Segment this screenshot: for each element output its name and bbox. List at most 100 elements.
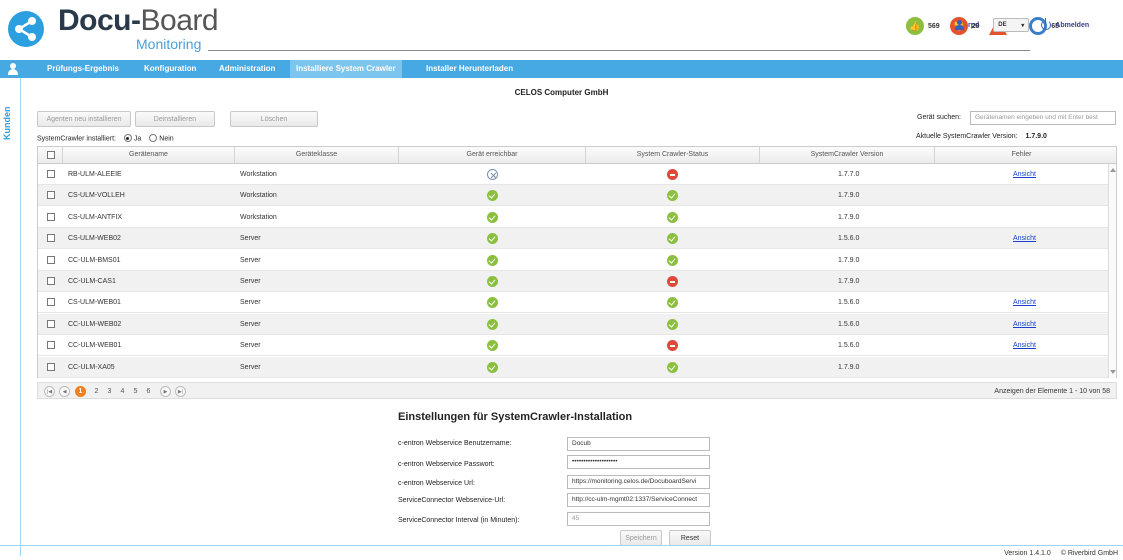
- logo-light: Board: [140, 4, 219, 37]
- device-name: CC-ULM-WEB02: [68, 320, 122, 328]
- error-view-link[interactable]: Ansicht: [1013, 335, 1036, 356]
- next-page-icon[interactable]: ▶: [160, 386, 171, 397]
- table-row[interactable]: RB-ULM-ALEEIE Workstation 1.7.7.0 Ansicht: [38, 164, 1108, 185]
- header-crawler-version[interactable]: SystemCrawler Version: [760, 147, 935, 163]
- delete-button[interactable]: Löschen: [230, 111, 318, 127]
- radio-no[interactable]: [149, 134, 158, 142]
- status-ok-icon: [667, 318, 678, 330]
- unreachable-icon: [487, 169, 498, 180]
- device-name: CS-ULM-WEB01: [68, 299, 121, 307]
- radio-no-label[interactable]: Nein: [159, 135, 173, 142]
- uninstall-button[interactable]: Deinstallieren: [135, 111, 215, 127]
- version-value: 1.7.9.0: [1025, 133, 1047, 140]
- error-view-link[interactable]: Ansicht: [1013, 164, 1036, 185]
- row-checkbox[interactable]: [47, 277, 55, 285]
- radio-yes-label[interactable]: Ja: [134, 135, 141, 142]
- page-4[interactable]: 4: [117, 386, 128, 397]
- language-select[interactable]: DE ▾: [993, 18, 1030, 32]
- header-geraetename[interactable]: Gerätename: [63, 147, 235, 163]
- reachable-check-icon: [487, 233, 498, 245]
- installed-filter: SystemCrawler installiert: Ja Nein: [37, 134, 174, 143]
- password-field[interactable]: ••••••••••••••••••••: [567, 455, 710, 469]
- row-checkbox[interactable]: [47, 341, 55, 350]
- first-page-icon[interactable]: |◀: [44, 386, 55, 397]
- tab-installer-herunterladen[interactable]: Installer Herunterladen: [420, 60, 519, 78]
- header-select-cell: [38, 147, 63, 163]
- header-crawler-status[interactable]: System Crawler-Status: [586, 147, 760, 163]
- interval-field[interactable]: 45: [567, 512, 710, 526]
- reachable-check-icon: [487, 297, 498, 309]
- tab-installiere-system-crawler[interactable]: Installiere System Crawler: [290, 60, 402, 78]
- header-geraeteklasse[interactable]: Geräteklasse: [235, 147, 399, 163]
- status-ok-icon: [667, 297, 678, 309]
- row-checkbox[interactable]: [47, 170, 55, 178]
- password-label: c-entron Webservice Passwort:: [398, 461, 495, 468]
- table-row[interactable]: CC-ULM-WEB01 Server 1.5.6.0 Ansicht: [38, 335, 1108, 357]
- save-button[interactable]: Speichern: [620, 530, 662, 546]
- row-checkbox[interactable]: [47, 255, 55, 264]
- username-label: c-entron Webservice Benutzername:: [398, 440, 512, 447]
- page-2[interactable]: 2: [91, 386, 102, 397]
- page-3[interactable]: 3: [104, 386, 115, 397]
- row-checkbox[interactable]: [47, 362, 55, 371]
- tab-konfiguration[interactable]: Konfiguration: [138, 60, 202, 78]
- scroll-up-icon[interactable]: [1110, 168, 1116, 172]
- radio-yes[interactable]: [123, 134, 132, 142]
- crawler-version: 1.5.6.0: [838, 320, 860, 328]
- table-row[interactable]: CC-ULM-BMS01 Server 1.7.9.0: [38, 250, 1108, 271]
- table-header: Gerätename Geräteklasse Gerät erreichbar…: [38, 147, 1116, 164]
- device-name: CS-ULM-ANTFIX: [68, 213, 123, 221]
- prev-page-icon[interactable]: ◀: [59, 386, 70, 397]
- language-value: DE: [998, 22, 1007, 28]
- side-tab-label: Kunden: [2, 106, 12, 141]
- table-scrollbar[interactable]: [1108, 164, 1116, 378]
- power-icon[interactable]: [1041, 18, 1052, 30]
- reinstall-agents-button[interactable]: Agenten neu installieren: [37, 111, 131, 127]
- status-ok-icon: [667, 361, 678, 373]
- row-checkbox[interactable]: [47, 212, 55, 221]
- device-table: Gerätename Geräteklasse Gerät erreichbar…: [37, 146, 1117, 378]
- app-logo: Docu-Board: [58, 4, 219, 38]
- thumbs-up-icon[interactable]: 👍: [906, 17, 924, 35]
- table-row[interactable]: CS-ULM-WEB01 Server 1.5.6.0 Ansicht: [38, 292, 1108, 314]
- tab-pruefungs-ergebnis[interactable]: Prüfungs-Ergebnis: [41, 60, 125, 78]
- table-row[interactable]: CS-ULM-ANTFIX Workstation 1.7.9.0: [38, 207, 1108, 228]
- header-erreichbar[interactable]: Gerät erreichbar: [399, 147, 586, 163]
- reset-button[interactable]: Reset: [669, 530, 711, 546]
- header-fehler[interactable]: Fehler: [935, 147, 1108, 163]
- page-6[interactable]: 6: [143, 386, 154, 397]
- table-row[interactable]: CC-ULM-WEB02 Server 1.5.6.0 Ansicht: [38, 313, 1108, 335]
- table-row[interactable]: CC-ULM-CAS1 Server 1.7.9.0: [38, 271, 1108, 292]
- row-checkbox[interactable]: [47, 191, 55, 200]
- page-5[interactable]: 5: [130, 386, 141, 397]
- device-class: Server: [240, 363, 261, 371]
- logout-link[interactable]: Abmelden: [1055, 22, 1089, 29]
- device-class: Workstation: [240, 213, 277, 221]
- error-view-link[interactable]: Ansicht: [1013, 228, 1036, 249]
- page-1[interactable]: 1: [75, 386, 86, 397]
- table-row[interactable]: CS-ULM-VOLLEH Workstation 1.7.9.0: [38, 185, 1108, 207]
- row-checkbox[interactable]: [47, 234, 55, 243]
- error-view-link[interactable]: Ansicht: [1013, 314, 1036, 335]
- last-page-icon[interactable]: ▶|: [175, 386, 186, 397]
- settings-title: Einstellungen für SystemCrawler-Installa…: [398, 411, 633, 423]
- app-header: Docu-Board Monitoring 👍 569 👎 29 17 65 r…: [0, 0, 1123, 60]
- row-checkbox[interactable]: [47, 298, 55, 307]
- scroll-down-icon[interactable]: [1110, 370, 1116, 374]
- device-search-input[interactable]: Gerätenamen eingeben und mit Enter best: [970, 111, 1116, 125]
- pager-info: Anzeigen der Elemente 1 - 10 von 58: [994, 388, 1110, 395]
- row-checkbox[interactable]: [47, 319, 55, 328]
- copyright: © Riverbird GmbH: [1060, 550, 1118, 557]
- table-row[interactable]: CC-ULM-XA05 Server 1.7.9.0: [38, 356, 1108, 378]
- customer-icon[interactable]: [8, 63, 18, 75]
- username[interactable]: rpd: [968, 22, 979, 29]
- select-all-checkbox[interactable]: [47, 151, 55, 159]
- connector-url-field[interactable]: http://cc-ulm-mgmt02:1337/ServiceConnect: [567, 493, 710, 507]
- chevron-down-icon: ▾: [1021, 22, 1025, 29]
- stat-ok-count[interactable]: 569: [928, 23, 940, 30]
- table-row[interactable]: CS-ULM-WEB02 Server 1.5.6.0 Ansicht: [38, 228, 1108, 250]
- webservice-url-field[interactable]: https://monitoring.celos.de/DocuboardSer…: [567, 475, 710, 489]
- tab-administration[interactable]: Administration: [213, 60, 281, 78]
- username-field[interactable]: Docub: [567, 437, 710, 451]
- error-view-link[interactable]: Ansicht: [1013, 292, 1036, 313]
